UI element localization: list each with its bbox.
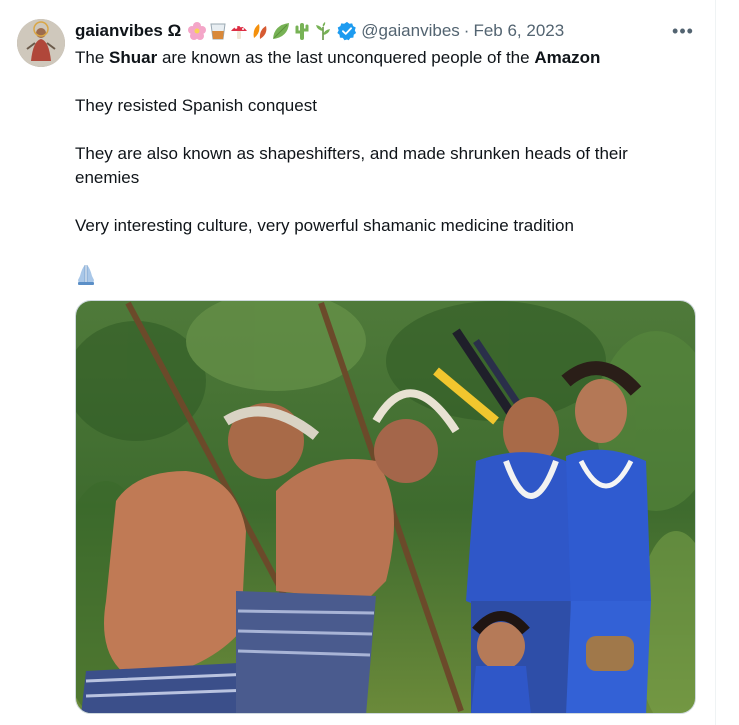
cherry-blossom-icon <box>188 22 207 40</box>
bold-shuar: Shuar <box>109 48 158 67</box>
tweet-date[interactable]: Feb 6, 2023 <box>473 21 564 41</box>
leaf-icon <box>273 23 290 39</box>
tweet-line-2: They resisted Spanish conquest <box>75 96 317 115</box>
herb-icon <box>316 22 331 40</box>
cactus-icon <box>295 23 309 40</box>
mushroom-icon <box>231 24 248 39</box>
tweet-card[interactable]: gaianvibes Ω @gaianvibes · Feb 6, 2023 •… <box>0 0 716 725</box>
tweet-line-3: They are also known as shapeshifters, an… <box>75 144 628 187</box>
verified-badge-icon[interactable] <box>337 21 357 41</box>
author-display-name[interactable]: gaianvibes Ω <box>75 21 181 41</box>
tweet-media-photo[interactable] <box>75 300 696 714</box>
tweet-header: gaianvibes Ω @gaianvibes · Feb 6, 2023 <box>75 20 695 42</box>
author-avatar[interactable] <box>17 19 65 67</box>
fallen-leaves-icon <box>253 24 267 39</box>
more-icon: ••• <box>672 20 694 41</box>
separator-dot: · <box>463 21 470 40</box>
folded-hands-icon <box>75 262 695 286</box>
tweet-line-4: Very interesting culture, very powerful … <box>75 216 574 235</box>
bold-amazon: Amazon <box>534 48 601 67</box>
author-handle[interactable]: @gaianvibes <box>361 21 460 41</box>
tweet-line-1: The Shuar are known as the last unconque… <box>75 48 601 67</box>
tweet-text: The Shuar are known as the last unconque… <box>75 46 695 286</box>
more-options-button[interactable]: ••• <box>667 20 699 42</box>
shuar-people-photo <box>76 301 695 713</box>
name-emojis <box>187 21 333 41</box>
tumbler-glass-icon <box>210 23 226 40</box>
